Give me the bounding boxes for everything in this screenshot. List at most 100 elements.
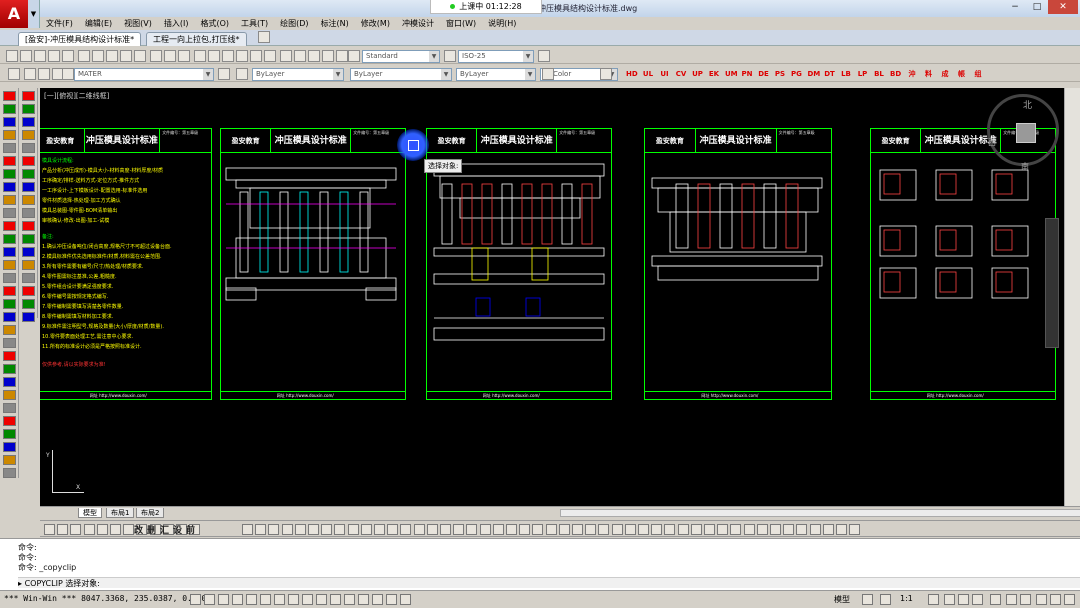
toolbar-tool-icon[interactable] (62, 50, 74, 62)
status-toggle-icon[interactable] (204, 594, 215, 605)
tab-layout2[interactable]: 布局2 (136, 508, 165, 518)
close-button[interactable]: ✕ (1048, 0, 1078, 14)
side-tool-icon[interactable] (3, 403, 16, 413)
toolbar-tool-icon[interactable] (322, 50, 334, 62)
bottom-tool-icon[interactable] (374, 524, 385, 535)
side-tool-icon[interactable] (3, 273, 16, 283)
side-tool-icon[interactable] (22, 130, 35, 140)
bottom-tool-icon[interactable] (360, 524, 372, 535)
side-tool-icon[interactable] (22, 182, 35, 192)
menu-item[interactable]: 修改(M) (355, 17, 396, 30)
bottom-tool-icon[interactable] (743, 524, 755, 535)
bottom-tool-icon[interactable] (268, 524, 280, 535)
toolbar-tool-icon[interactable] (280, 50, 292, 62)
navigation-bar[interactable] (1045, 218, 1059, 348)
custom-tool-button[interactable]: UI (659, 68, 670, 80)
side-tool-icon[interactable] (3, 195, 16, 205)
side-tool-icon[interactable] (3, 325, 16, 335)
toolbar-tool-icon[interactable] (308, 50, 320, 62)
side-tool-icon[interactable] (22, 260, 35, 270)
toolbar-tool-icon[interactable] (92, 50, 104, 62)
status-toggle-icon[interactable] (344, 594, 355, 605)
drawing-sheet[interactable]: 盈安教育 冲压模具设计标准 文件编号：第五章级 网址 http://www.do… (644, 128, 832, 400)
bottom-tool-icon[interactable] (677, 524, 689, 535)
dim-style-select[interactable]: ISO-25 ▼ (458, 50, 534, 63)
bottom-tool-icon[interactable] (783, 524, 795, 535)
bottom-tool-icon[interactable] (849, 524, 861, 535)
bottom-tool-icon[interactable] (83, 524, 95, 535)
bottom-tool-icon[interactable] (506, 524, 517, 535)
toolbar-tool-icon[interactable] (236, 50, 248, 62)
status-toggle-icon[interactable] (1050, 594, 1061, 605)
custom-tool-button[interactable]: UM (725, 68, 738, 80)
status-toggle-icon[interactable] (274, 594, 285, 605)
minimize-button[interactable]: − (1004, 0, 1026, 14)
custom-tool-button[interactable]: 成 (940, 68, 951, 80)
bottom-tool-icon[interactable] (664, 524, 676, 535)
custom-tool-button[interactable]: DE (758, 68, 769, 80)
bottom-tool-icon[interactable] (532, 524, 544, 535)
compass-north[interactable]: 北 (1023, 98, 1032, 111)
bottom-tool-icon[interactable] (255, 524, 267, 535)
lineweight-select[interactable]: ByLayer ▼ (456, 68, 536, 81)
bottom-tool-icon[interactable] (730, 524, 742, 535)
side-tool-icon[interactable] (3, 91, 16, 101)
custom-tool-button[interactable]: CV (676, 68, 687, 80)
bottom-tool-icon[interactable] (770, 524, 781, 535)
side-tool-icon[interactable] (3, 169, 16, 179)
compass-south[interactable]: 南 (1021, 161, 1029, 172)
bottom-tool-icon[interactable] (281, 524, 293, 535)
side-tool-icon[interactable] (3, 390, 16, 400)
custom-tool-button[interactable]: DM (808, 68, 821, 80)
tab-model[interactable]: 模型 (78, 508, 102, 518)
side-tool-icon[interactable] (22, 156, 35, 166)
toolbar-tool-icon[interactable] (150, 50, 162, 62)
bottom-tool-icon[interactable] (704, 524, 715, 535)
side-tool-icon[interactable] (3, 299, 16, 309)
side-tool-icon[interactable] (3, 130, 16, 140)
custom-tool-button[interactable]: BD (890, 68, 901, 80)
bottom-tool-icon[interactable] (110, 524, 121, 535)
side-tool-icon[interactable] (3, 234, 16, 244)
toolbar-tool-icon[interactable] (600, 68, 612, 80)
bottom-tool-icon[interactable] (96, 524, 108, 535)
custom-tool-button[interactable]: LB (841, 68, 852, 80)
toolbar-tool-icon[interactable] (236, 68, 248, 80)
status-toggle-icon[interactable] (958, 594, 969, 605)
bottom-tool-icon[interactable] (809, 524, 821, 535)
status-toggle-icon[interactable] (386, 594, 397, 605)
menu-item[interactable]: 绘图(D) (274, 17, 314, 30)
status-toggle-icon[interactable] (880, 594, 891, 605)
meeting-status-badge[interactable]: 上课中 01:12:28 (430, 0, 542, 14)
side-tool-icon[interactable] (3, 247, 16, 257)
custom-tool-button[interactable]: HD (626, 68, 638, 80)
menu-item[interactable]: 格式(O) (194, 17, 235, 30)
bottom-tool-icon[interactable] (334, 524, 346, 535)
bottom-tool-icon[interactable] (624, 524, 636, 535)
toolbar-tool-icon[interactable] (222, 50, 234, 62)
drawing-canvas[interactable]: [一][俯视][二维线框] 盈安教育 冲压模具设计标准 文件编号：第五章级 网址… (40, 88, 1064, 506)
toolbar-tool-icon[interactable] (34, 50, 46, 62)
toolbar-tool-icon[interactable] (178, 50, 190, 62)
custom-tool-button[interactable]: 沖 (907, 68, 918, 80)
bottom-tool-icon[interactable] (321, 524, 333, 535)
side-tool-icon[interactable] (22, 195, 35, 205)
bottom-tool-icon[interactable] (598, 524, 610, 535)
side-tool-icon[interactable] (3, 104, 16, 114)
side-tool-icon[interactable] (3, 377, 16, 387)
side-tool-icon[interactable] (3, 117, 16, 127)
toolbar-tool-icon[interactable] (6, 50, 18, 62)
bottom-tool-icon[interactable] (545, 524, 557, 535)
autocad-logo-icon[interactable]: A (0, 0, 28, 28)
compass-west[interactable]: 西 (988, 137, 996, 148)
bottom-tool-icon[interactable] (638, 524, 649, 535)
menu-item[interactable]: 视图(V) (118, 17, 158, 30)
side-tool-icon[interactable] (22, 234, 35, 244)
toolbar-tool-icon[interactable] (48, 50, 60, 62)
side-tool-icon[interactable] (22, 247, 35, 257)
menu-item[interactable]: 冲模设计 (396, 17, 440, 30)
bottom-tool-icon[interactable] (479, 524, 491, 535)
toolbar-tool-icon[interactable] (194, 50, 206, 62)
side-tool-icon[interactable] (3, 468, 16, 478)
bottom-tool-icon[interactable] (756, 524, 768, 535)
